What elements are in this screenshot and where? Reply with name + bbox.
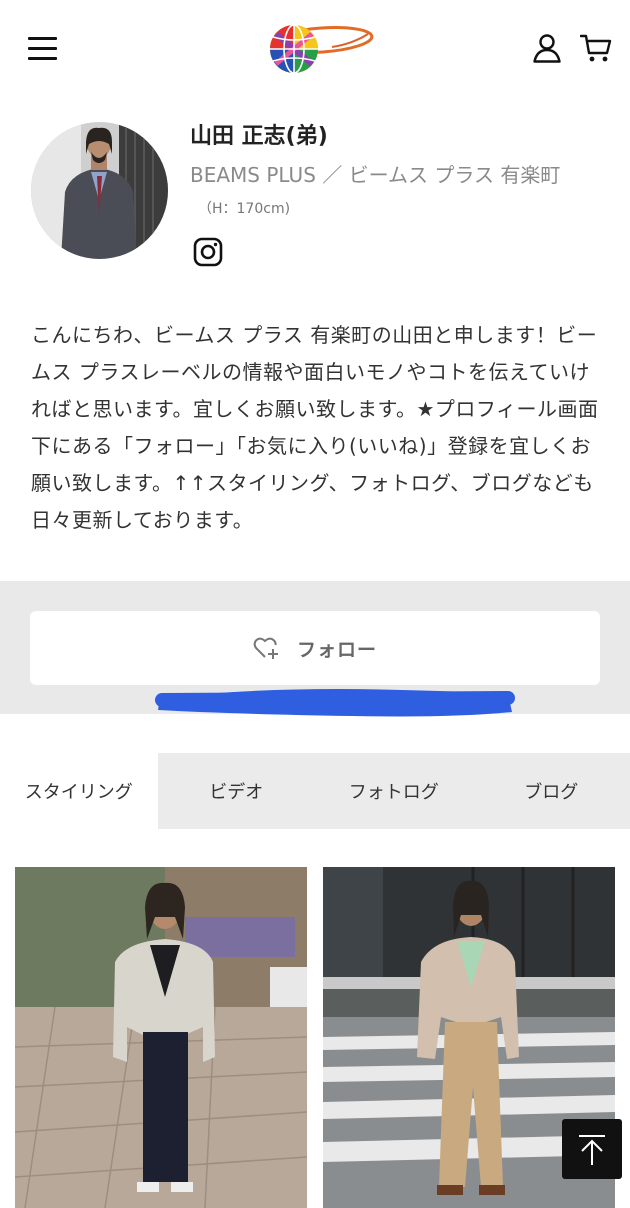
site-header — [0, 0, 630, 96]
blue-highlight-scribble — [155, 689, 515, 717]
heart-plus-icon — [253, 637, 278, 659]
tab-blog[interactable]: ブログ — [473, 753, 630, 829]
content-tabs: スタイリング ビデオ フォトログ ブログ — [0, 753, 630, 829]
shop-name: BEAMS PLUS ／ ビームス プラス 有楽町 — [190, 163, 561, 187]
beams-logo[interactable] — [256, 22, 374, 74]
scroll-to-top-button[interactable] — [562, 1119, 622, 1179]
styling-photo[interactable] — [15, 867, 307, 1208]
follow-label: フォロー — [296, 638, 377, 661]
hamburger-menu-icon[interactable] — [28, 37, 58, 61]
tab-photolog[interactable]: フォトログ — [315, 753, 473, 829]
tab-video[interactable]: ビデオ — [158, 753, 316, 829]
follow-button[interactable]: フォロー — [30, 611, 600, 685]
tab-styling[interactable]: スタイリング — [0, 753, 158, 829]
staff-avatar — [31, 122, 168, 259]
user-account-icon[interactable] — [532, 33, 562, 63]
staff-height: （H：170cm) — [198, 201, 291, 217]
instagram-icon[interactable] — [193, 237, 223, 267]
arrow-up-to-top-icon — [579, 1135, 605, 1165]
staff-name: 山田 正志(弟) — [190, 124, 328, 149]
shopping-cart-icon[interactable] — [580, 33, 612, 63]
staff-bio: こんにちわ、ビームス プラス 有楽町の山田と申します！ビームス プラスレーベルの… — [31, 323, 599, 532]
